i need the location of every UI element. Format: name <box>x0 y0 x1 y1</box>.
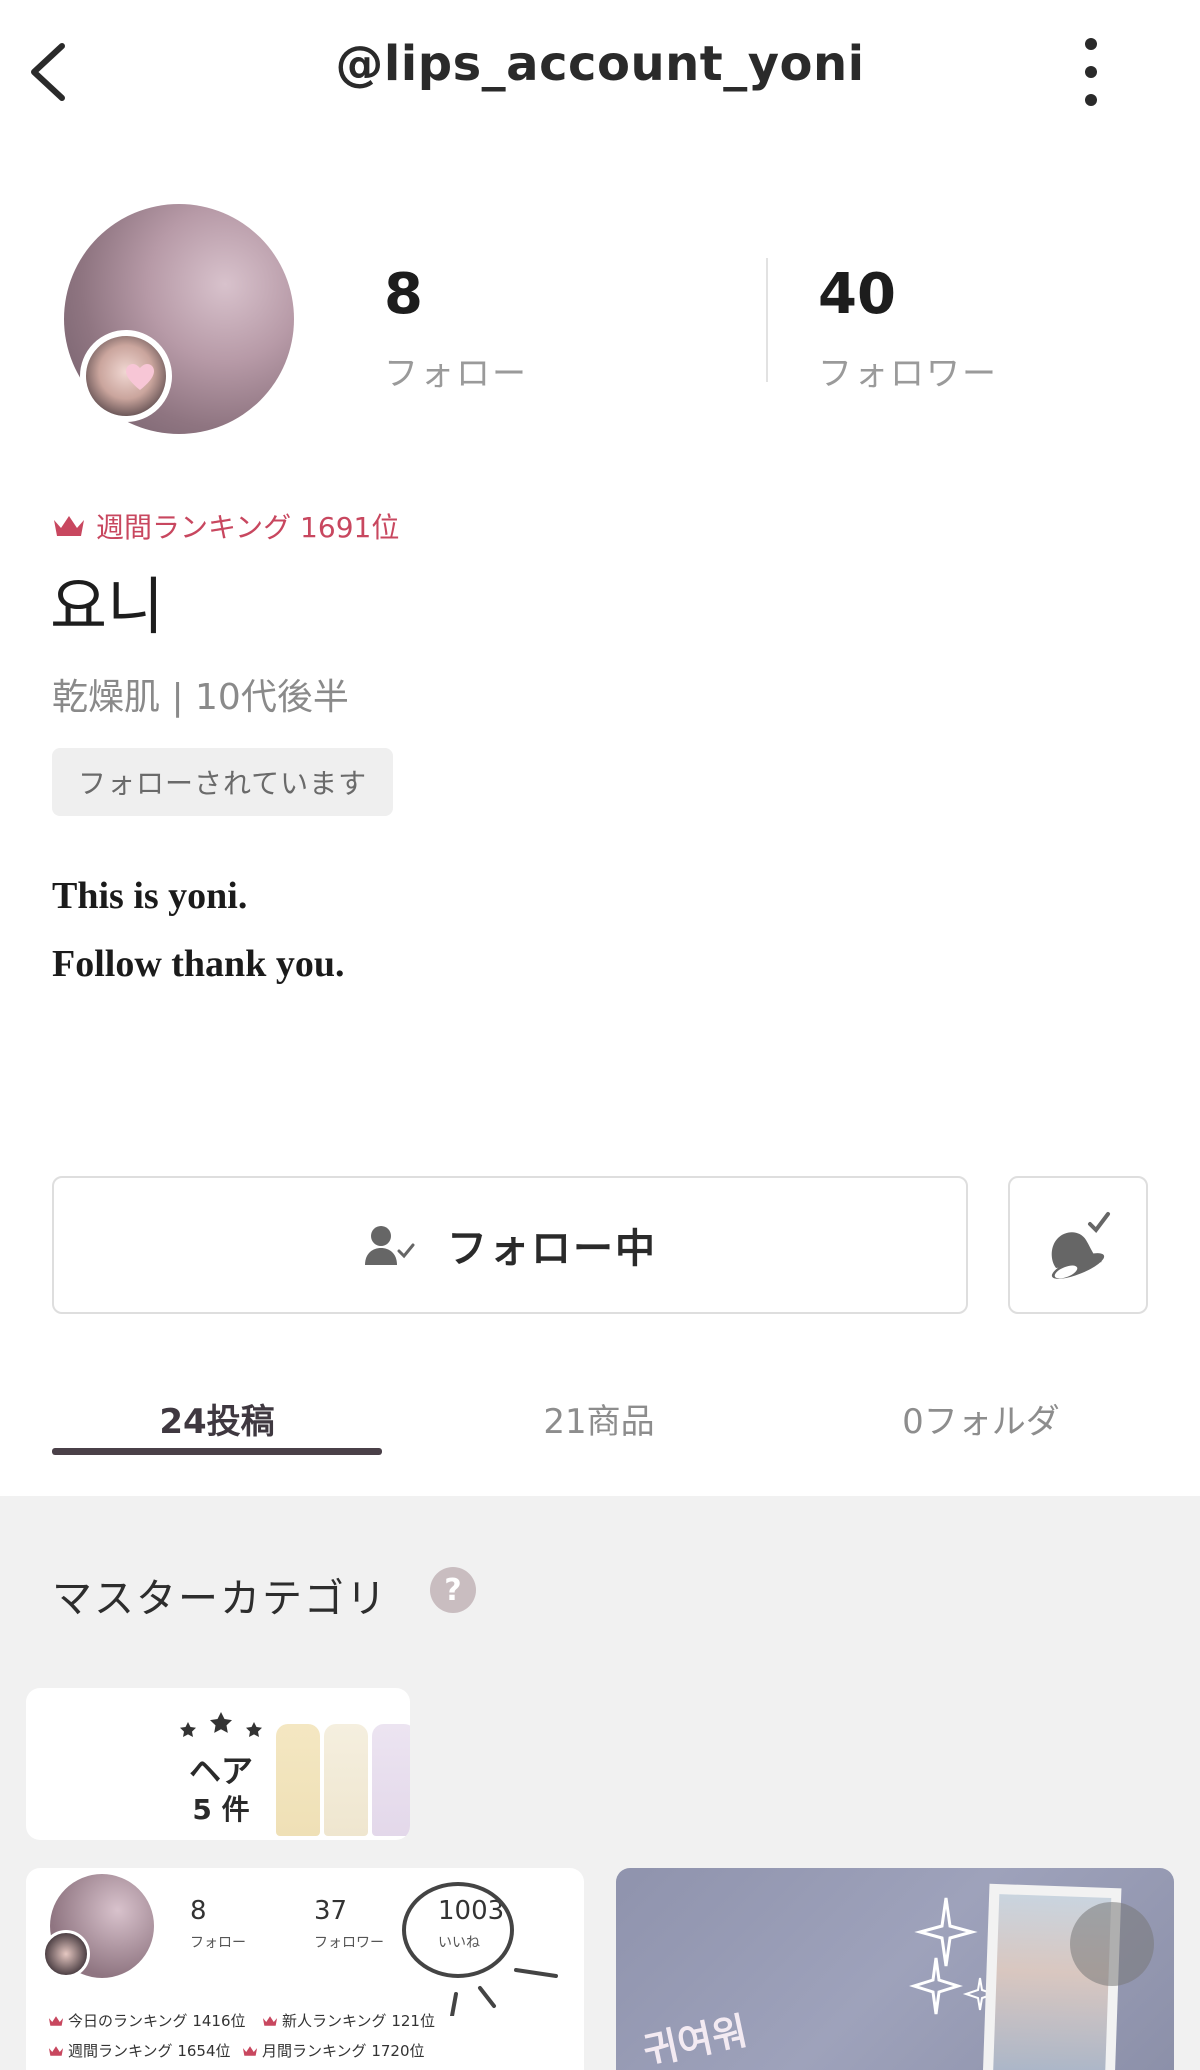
followed-by-badge: フォローされています <box>52 748 394 816</box>
product-bottle-image <box>276 1724 320 1836</box>
skin-info: 乾燥肌 | 10代後半 <box>52 677 349 718</box>
category-card-hair[interactable]: ヘア 5 件 <box>26 1688 410 1840</box>
crown-icon <box>54 516 84 536</box>
follower-count[interactable]: 40 <box>818 262 896 327</box>
tab-products[interactable]: 21商品 <box>434 1394 764 1443</box>
crown-icon <box>48 2015 64 2026</box>
ranking-text: 週間ランキング 1691位 <box>96 511 400 544</box>
post-follow-label: フォロー <box>190 1935 246 1951</box>
vertical-dots-icon[interactable] <box>1066 34 1116 110</box>
photo-caption-text: 귀여워 <box>639 2008 752 2070</box>
post-ranking-text: 今日のランキング 1416位 <box>68 2012 246 2030</box>
following-button[interactable]: フォロー中 <box>52 1176 968 1314</box>
post-ranking-item: 新人ランキング 121位 <box>262 2010 435 2031</box>
username: 요니 <box>50 570 165 643</box>
tab-folders[interactable]: 0フォルダ <box>816 1394 1146 1443</box>
follow-count[interactable]: 8 <box>384 262 423 327</box>
crown-icon <box>48 2045 64 2056</box>
post-ranking-text: 新人ランキング 121位 <box>282 2012 435 2030</box>
post-card[interactable]: 8 フォロー 37 フォロワー 1003 いいね 今日のランキング 1416位 … <box>26 1868 584 2070</box>
user-check-icon <box>365 1226 415 1265</box>
post-follower-label: フォロワー <box>314 1935 384 1951</box>
photo-post-card[interactable]: 귀여워 <box>616 1868 1174 2070</box>
post-avatar-photo <box>42 1930 90 1978</box>
master-category-title: マスターカテゴリ <box>52 1576 388 1622</box>
bio-line: This is yoni. <box>52 875 248 917</box>
stats-divider <box>766 258 768 382</box>
bell-check-icon <box>1051 1212 1110 1279</box>
post-ranking-item: 今日のランキング 1416位 <box>48 2010 246 2031</box>
post-ranking-text: 週間ランキング 1654位 <box>68 2042 231 2060</box>
bio-line: Follow thank you. <box>52 943 345 985</box>
heart-icon <box>126 364 154 390</box>
product-bottle-image <box>324 1724 368 1836</box>
follow-label[interactable]: フォロー <box>384 346 528 395</box>
category-count: 5 件 <box>192 1793 250 1826</box>
hand-drawn-circle-icon <box>402 1882 558 2016</box>
multiple-images-icon <box>1070 1902 1154 1986</box>
crown-icon <box>262 2015 278 2026</box>
page-title: @lips_account_yoni <box>335 36 865 92</box>
category-name: ヘア <box>188 1752 253 1790</box>
help-icon[interactable]: ? <box>430 1567 476 1613</box>
active-tab-indicator <box>52 1448 382 1455</box>
tab-posts[interactable]: 24投稿 <box>52 1394 382 1443</box>
post-follow-count: 8 <box>190 1896 207 1926</box>
notification-bell-button[interactable] <box>1008 1176 1148 1314</box>
following-button-label: フォロー中 <box>447 1226 657 1272</box>
post-follower-count: 37 <box>314 1896 348 1926</box>
post-ranking-item: 週間ランキング 1654位 <box>48 2040 231 2061</box>
star-rating-icon <box>180 1712 262 1737</box>
ranking-badge[interactable]: 週間ランキング 1691位 <box>52 506 399 546</box>
post-ranking-item: 月間ランキング 1720位 <box>242 2040 425 2061</box>
follower-label[interactable]: フォロワー <box>818 346 998 395</box>
product-bottle-image <box>372 1724 410 1836</box>
crown-icon <box>242 2045 258 2056</box>
post-ranking-text: 月間ランキング 1720位 <box>262 2042 425 2060</box>
